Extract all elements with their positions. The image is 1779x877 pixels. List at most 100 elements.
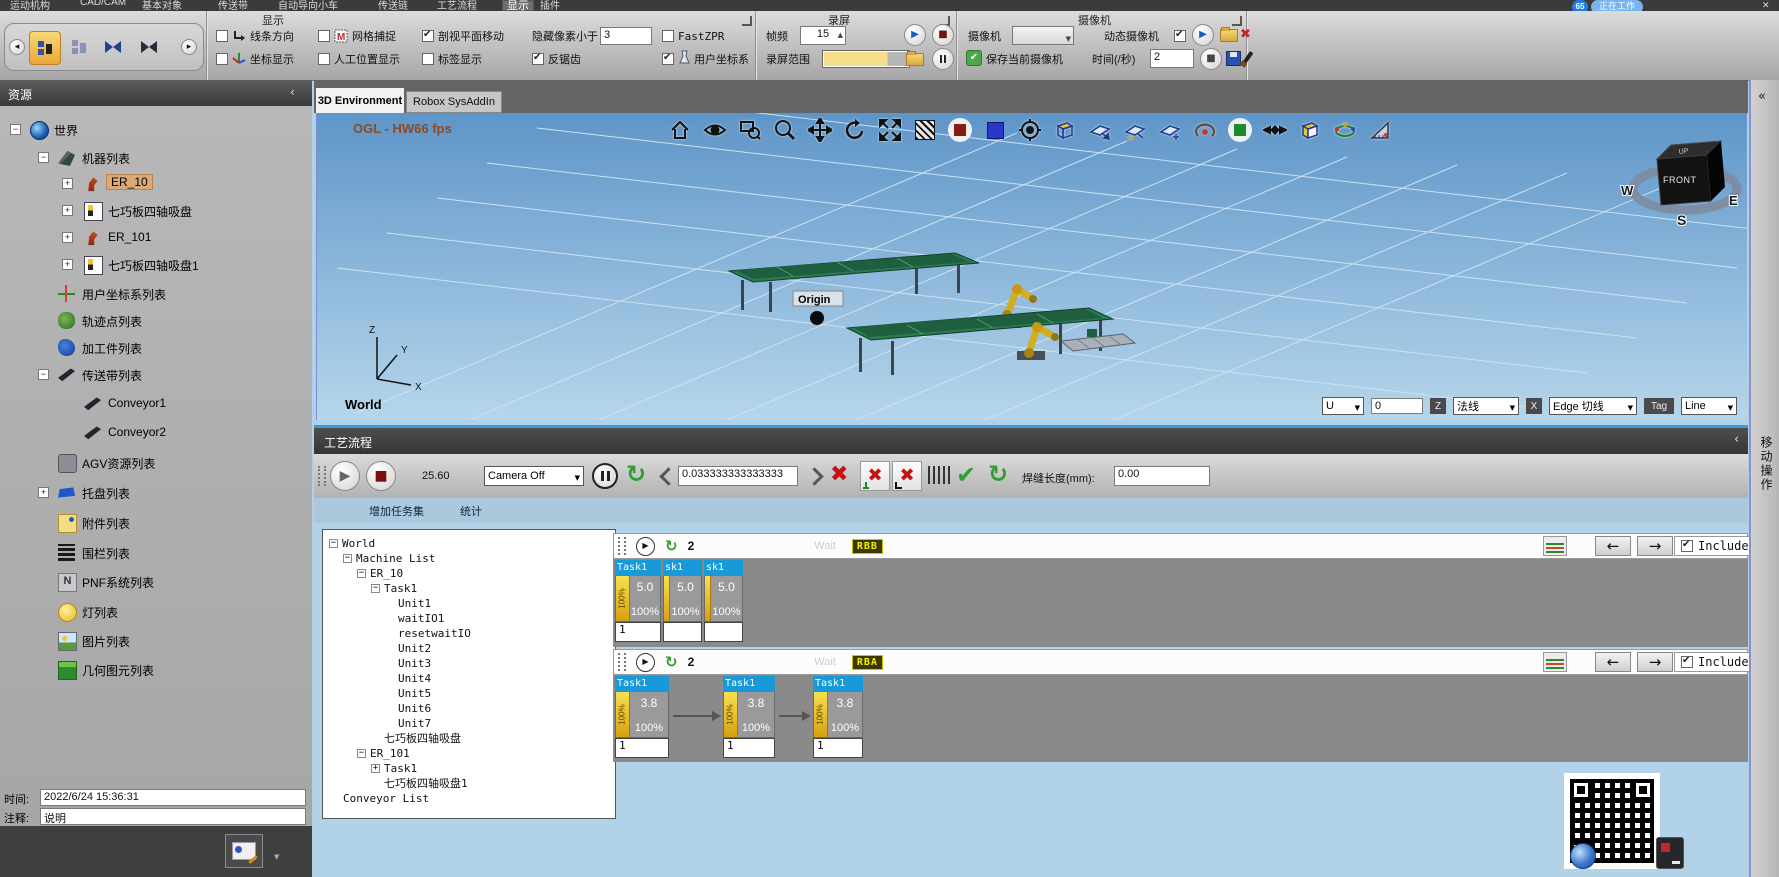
statistics-link[interactable]: 统计 [460,503,482,519]
collapse-toggle[interactable]: − [38,369,49,380]
overlay-close-icon[interactable]: ✕ [1762,0,1770,11]
globe-overlay-icon[interactable] [1570,843,1596,869]
collapse-process-icon[interactable] [1734,433,1739,446]
clip-plane-1-icon[interactable] [1087,117,1113,143]
measure-icon[interactable] [1262,117,1288,143]
loop-icon[interactable] [626,462,646,486]
pause-button[interactable] [592,463,618,489]
menu-display[interactable]: 显示 [502,0,534,11]
tree-item-world[interactable]: −世界 [0,118,312,142]
menu-chain[interactable]: 传送链 [378,0,408,11]
tree-item-user-frames[interactable]: 用户坐标系列表 [0,282,312,306]
row-play-button[interactable] [636,653,655,672]
cube-south-label[interactable]: S [1677,212,1686,228]
collapse-toggle[interactable]: − [357,749,366,758]
expand-dock-icon[interactable] [1758,90,1766,103]
box-faces-icon[interactable] [1297,117,1323,143]
u-select[interactable]: U [1322,397,1364,415]
expand-toggle[interactable]: + [62,205,73,216]
row-refresh-icon[interactable] [665,655,678,670]
camera-delete-icon[interactable] [1240,28,1251,41]
menu-agv[interactable]: 自动导向小车 [278,0,338,11]
collapse-toggle[interactable]: − [343,554,352,563]
refresh-icon[interactable] [988,462,1008,486]
tree-item-gripper[interactable]: +七巧板四轴吸盘 [0,199,312,223]
tab-3d-environment[interactable]: 3D Environment [316,88,404,113]
camera-mode-select[interactable]: Camera Off [484,466,584,486]
stop-button[interactable] [366,461,396,491]
scene-canvas[interactable]: Origin Z Y X World FRONT UP W E S [317,113,1747,420]
app-overlay-icon[interactable] [1656,837,1684,869]
step-forward-icon[interactable] [805,467,823,485]
row-refresh-icon[interactable] [665,539,678,554]
task-block[interactable]: Task1 100%3.8100% 1 [813,676,863,758]
drag-handle[interactable] [318,466,326,486]
u-value-input[interactable]: 0 [1371,398,1423,414]
tree-item-gripper1[interactable]: +七巧板四轴吸盘1 [0,253,312,277]
zoom-icon[interactable] [772,117,798,143]
delete-icon[interactable] [830,464,848,486]
ptree-resetwaitio[interactable]: resetwaitIO [398,626,471,640]
shift-right-button[interactable] [1637,536,1673,556]
section-blue-icon[interactable] [982,117,1008,143]
note-input[interactable]: 说明 [40,808,306,825]
time-input[interactable]: 2022/6/24 15:36:31 [40,789,306,806]
expand-toggle[interactable]: + [371,764,380,773]
collapse-toggle[interactable]: − [38,152,49,163]
robot-list-icon[interactable] [1543,652,1567,672]
tree-item-images[interactable]: 图片列表 [0,629,312,653]
shift-left-button[interactable] [1595,536,1631,556]
cube-west-label[interactable]: W [1621,183,1634,198]
group-badge[interactable]: RBA [852,655,883,670]
viewport-3d[interactable]: Origin Z Y X World FRONT UP W E S [316,113,1747,420]
pallet-model[interactable] [1061,329,1135,351]
view-cube[interactable]: FRONT UP W E S [1621,141,1738,228]
camera-orbit-icon[interactable] [1332,117,1358,143]
collapse-toggle[interactable]: − [10,124,21,135]
menu-motion[interactable]: 运动机构 [10,0,50,11]
edge-select[interactable]: Edge 切线 [1549,397,1637,415]
add-taskset-link[interactable]: 增加任务集 [369,503,424,519]
ptree-task1b[interactable]: +Task1 [371,761,417,775]
ptree-task1[interactable]: −Task1 [371,581,417,595]
tree-item-er10[interactable]: +ER_10 [0,172,312,196]
tree-item-attachments[interactable]: 附件列表 [0,511,312,535]
expand-toggle[interactable]: + [38,487,49,498]
camera-stop-button[interactable] [1200,48,1222,70]
record-green-icon[interactable] [1227,117,1253,143]
ptree-world[interactable]: −World [329,536,375,550]
camera-open-folder-icon[interactable] [1220,29,1238,42]
center-target-icon[interactable] [1017,117,1043,143]
step-back-icon[interactable] [659,467,677,485]
ptree-gripper1[interactable]: 七巧板四轴吸盘1 [384,776,468,790]
tree-item-machine-list[interactable]: −机器列表 [0,146,312,170]
tree-item-lamps[interactable]: 灯列表 [0,600,312,624]
collapse-toggle[interactable]: − [371,584,380,593]
move-operation-tab[interactable]: 移动操作 [1758,436,1775,492]
collapse-panel-icon[interactable] [290,86,295,98]
task-column[interactable]: Task1 100%5.0100% 1 [615,560,661,642]
brush-icon[interactable] [1243,51,1254,64]
play-button[interactable] [330,461,360,491]
ptree-er10[interactable]: −ER_10 [357,566,403,580]
ptree-conveyor-list[interactable]: Conveyor List [343,791,429,805]
confirm-icon[interactable] [956,463,976,487]
section-red-icon[interactable] [947,117,973,143]
dropdown-arrow-icon[interactable] [274,846,279,862]
menu-conveyor[interactable]: 传送带 [218,0,248,11]
task-column[interactable]: sk1 5.0100% [663,560,702,642]
tree-item-trajectory[interactable]: 轨迹点列表 [0,309,312,333]
rotate-icon[interactable] [842,117,868,143]
orbit-point-icon[interactable] [1192,117,1218,143]
drag-handle[interactable] [618,537,626,555]
camera-time-input[interactable]: 2 [1150,49,1194,68]
shift-right-button[interactable] [1637,652,1673,672]
cube-east-label[interactable]: E [1729,193,1738,208]
line-select[interactable]: Line [1681,397,1737,415]
ptree-unit4[interactable]: Unit4 [398,671,431,685]
tree-item-pnf[interactable]: PNF系统列表 [0,570,312,594]
menu-plugin[interactable]: 插件 [540,0,560,11]
task-block[interactable]: Task1 100%3.8100% 1 [723,676,775,758]
tab-robox-sysaddin[interactable]: Robox SysAddIn [406,91,502,113]
home-icon[interactable] [667,117,693,143]
